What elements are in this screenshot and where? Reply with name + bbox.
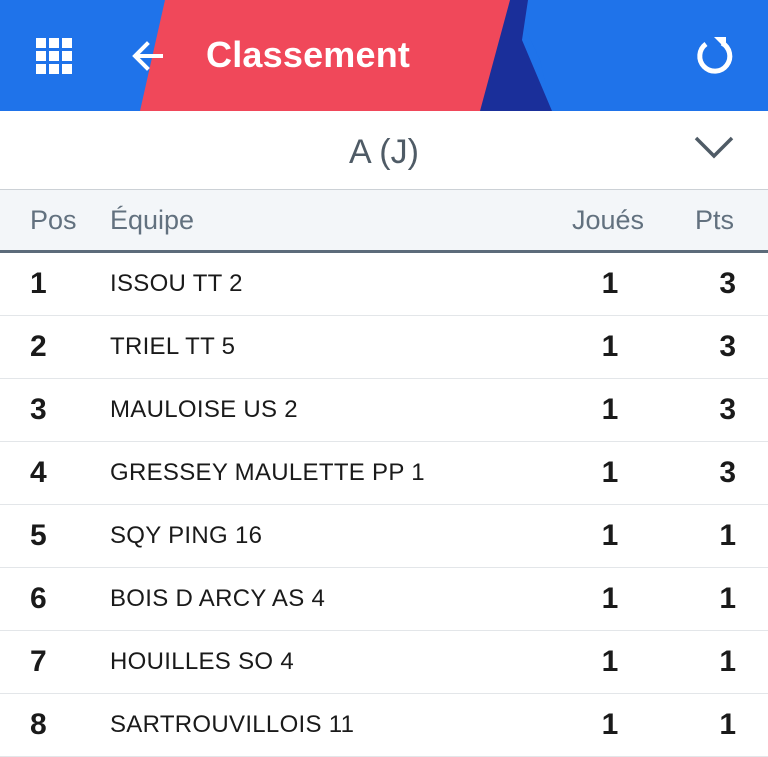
table-row[interactable]: 1 ISSOU TT 2 1 3 [0,253,768,316]
row-team: SQY PING 16 [110,522,263,549]
group-selector[interactable]: A (J) [0,111,768,189]
row-played: 1 [601,708,619,741]
column-header-pos: Pos [30,205,77,235]
row-points: 1 [719,582,736,615]
row-position: 4 [30,456,47,489]
table-row[interactable]: 5 SQY PING 16 1 1 [0,505,768,568]
table-row[interactable]: 8 SARTROUVILLOIS 11 1 1 [0,694,768,757]
row-team: HOUILLES SO 4 [110,648,294,675]
table-row[interactable]: 7 HOUILLES SO 4 1 1 [0,631,768,694]
row-played: 1 [601,267,619,300]
arrow-left-icon [132,41,163,71]
row-played: 1 [601,519,619,552]
refresh-icon [697,37,733,74]
row-played: 1 [601,393,619,426]
row-points: 3 [719,267,736,300]
row-played: 1 [601,645,619,678]
column-header-points: Pts [695,205,735,235]
row-team: MAULOISE US 2 [110,396,298,423]
table-header: Pos Équipe Joués Pts [0,190,768,253]
row-points: 1 [719,708,736,741]
row-played: 1 [601,456,619,489]
row-points: 1 [719,645,736,678]
column-header-team: Équipe [110,205,195,235]
page-title: Classement [206,34,411,75]
row-team: BOIS D ARCY AS 4 [110,585,326,612]
table-row[interactable]: 2 TRIEL TT 5 1 3 [0,316,768,379]
row-played: 1 [601,582,619,615]
back-button[interactable] [122,30,174,82]
row-team: SARTROUVILLOIS 11 [110,711,355,738]
row-position: 1 [30,267,47,300]
standings-table: 1 ISSOU TT 2 1 3 2 TRIEL TT 5 1 3 3 MAUL… [0,253,768,757]
column-header-played: Joués [572,205,645,235]
row-points: 3 [719,393,736,426]
row-position: 8 [30,708,47,741]
row-team: ISSOU TT 2 [110,270,243,297]
row-points: 1 [719,519,736,552]
table-row[interactable]: 4 GRESSEY MAULETTE PP 1 1 3 [0,442,768,505]
row-position: 5 [30,519,47,552]
group-selector-label: A (J) [349,133,419,171]
row-position: 6 [30,582,47,615]
apps-menu-button[interactable] [28,30,80,82]
row-points: 3 [719,330,736,363]
row-team: TRIEL TT 5 [110,333,236,360]
chevron-down-icon[interactable] [694,134,734,162]
grid-icon [36,38,72,74]
refresh-button[interactable] [688,30,740,82]
row-points: 3 [719,456,736,489]
row-team: GRESSEY MAULETTE PP 1 [110,459,425,486]
table-row[interactable]: 3 MAULOISE US 2 1 3 [0,379,768,442]
app-bar: Classement [0,0,768,111]
row-position: 2 [30,330,47,363]
table-row[interactable]: 6 BOIS D ARCY AS 4 1 1 [0,568,768,631]
row-played: 1 [601,330,619,363]
row-position: 3 [30,393,47,426]
row-position: 7 [30,645,47,678]
